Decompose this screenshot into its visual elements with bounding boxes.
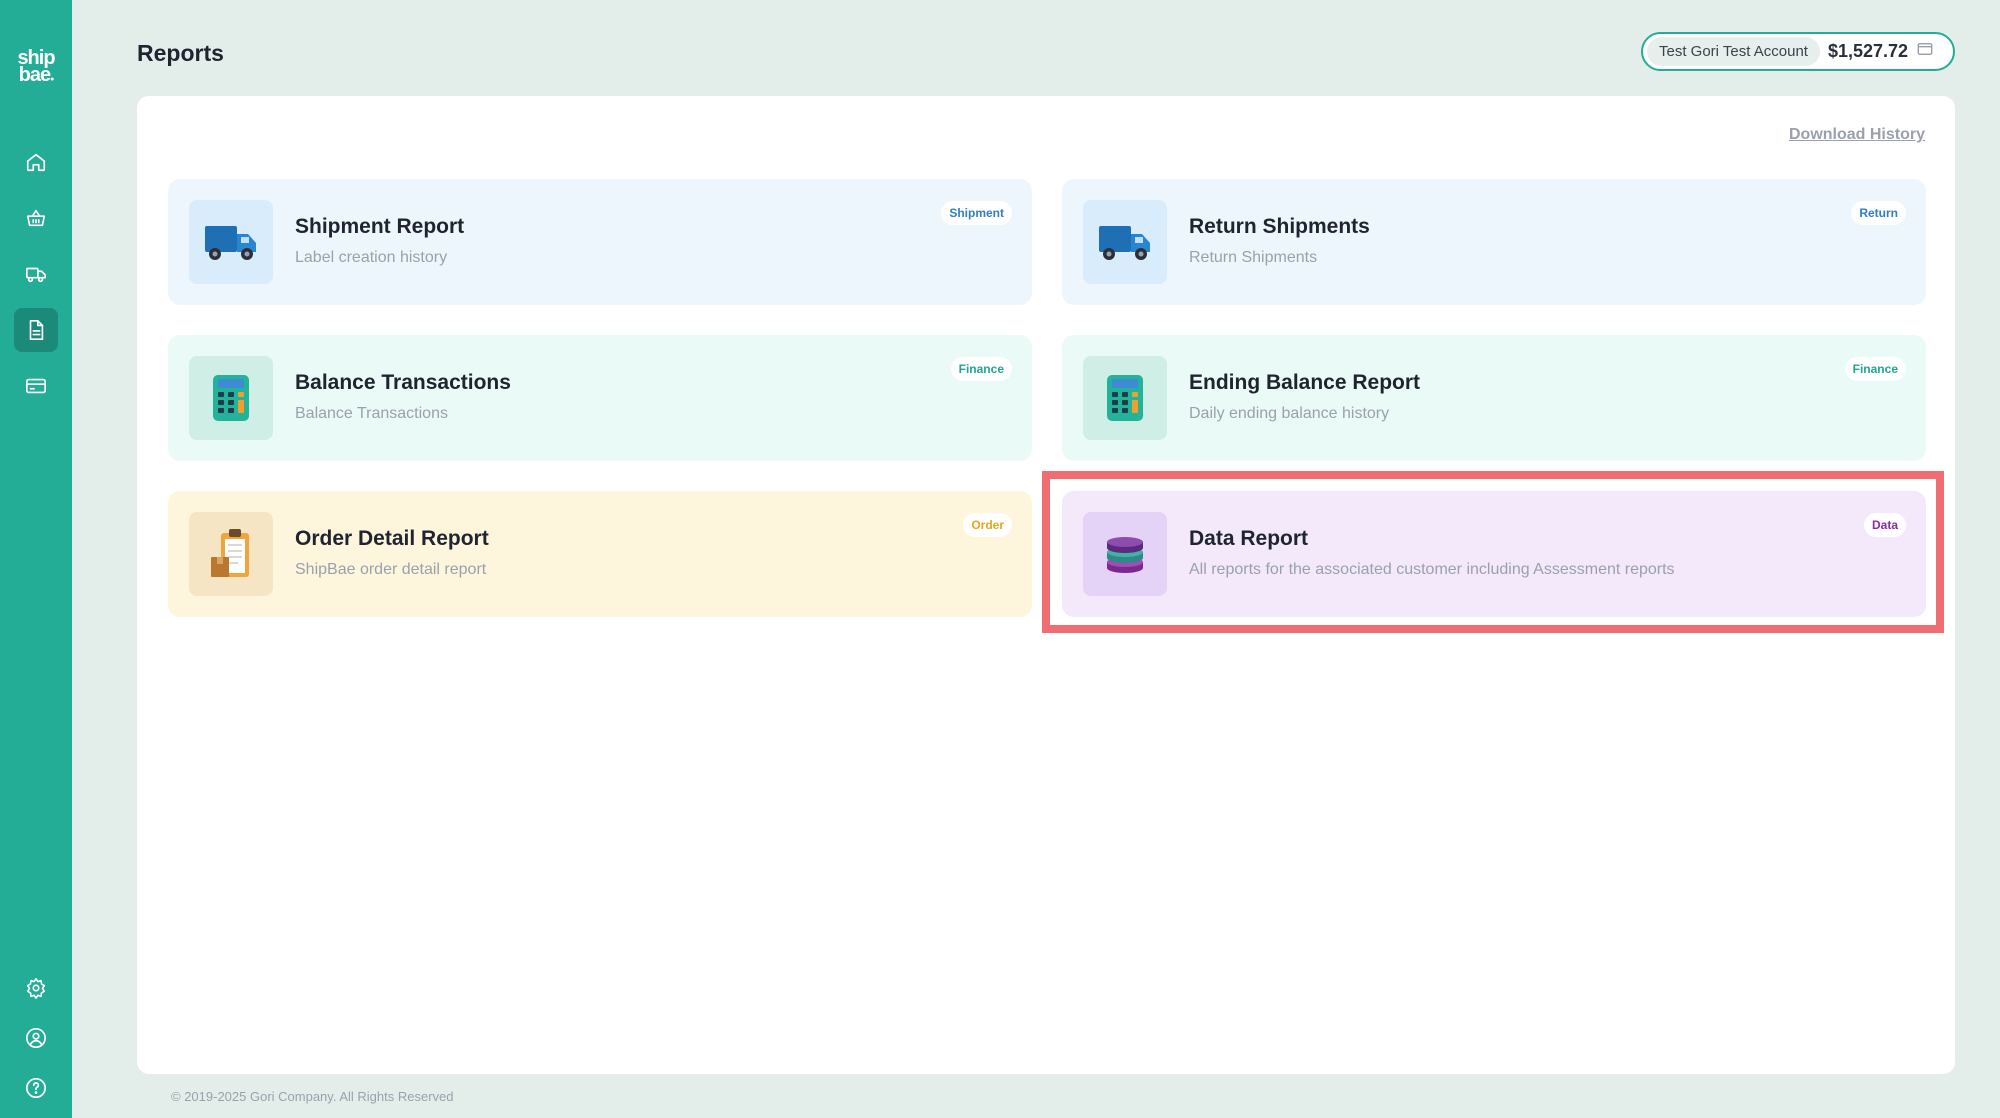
sidebar-item-settings[interactable] [14,966,58,1010]
page-title: Reports [137,40,224,66]
card-badge: Finance [1844,357,1906,381]
calculator-icon [1083,356,1167,440]
sidebar-item-shipments[interactable] [14,252,58,296]
report-icon [29,320,44,340]
card-subtitle: All reports for the associated customer … [1189,561,1675,578]
reports-panel: Download History Shipment Report Label c… [137,96,1955,1074]
card-title: Shipment Report [295,215,465,238]
home-icon [26,153,46,172]
card-badge: Return [1851,201,1906,225]
report-card-data[interactable]: Data Report All reports for the associat… [1062,491,1926,617]
sidebar-item-billing[interactable] [14,364,58,408]
sidebar-item-home[interactable] [14,140,58,184]
truck-icon [26,267,46,283]
report-card-order-detail[interactable]: Order Detail Report ShipBae order detail… [168,491,1032,617]
footer-copyright: © 2019-2025 Gori Company. All Rights Res… [171,1089,454,1104]
report-card-balance-transactions[interactable]: Balance Transactions Balance Transaction… [168,335,1032,461]
clipboard-icon [189,512,273,596]
database-icon [1083,512,1167,596]
gear-icon [26,978,46,999]
download-history-link[interactable]: Download History [1789,126,1925,144]
help-icon [26,1078,46,1098]
sidebar-bottom [14,966,58,1110]
card-title: Data Report [1189,527,1309,550]
card-subtitle: Balance Transactions [295,405,448,422]
report-card-shipment[interactable]: Shipment Report Label creation history S… [168,179,1032,305]
report-card-return[interactable]: Return Shipments Return Shipments Return [1062,179,1926,305]
user-circle-icon [26,1028,46,1048]
card-subtitle: Label creation history [295,249,448,266]
card-title: Balance Transactions [295,371,511,394]
sidebar-item-reports[interactable] [14,308,58,352]
sidebar-item-help[interactable] [14,1066,58,1110]
card-badge: Finance [950,357,1012,381]
card-title: Ending Balance Report [1189,371,1421,394]
truck-icon [1083,200,1167,284]
basket-icon [26,209,46,227]
account-name: Test Gori Test Account [1647,37,1820,66]
wallet-icon [1916,40,1934,63]
card-title: Order Detail Report [295,527,489,550]
logo-text-bottom: bae [18,64,51,86]
sidebar-nav [14,140,58,408]
card-subtitle: ShipBae order detail report [295,561,487,578]
account-balance-pill[interactable]: Test Gori Test Account $1,527.72 [1641,32,1955,71]
card-badge: Shipment [941,201,1012,225]
account-balance: $1,527.72 [1827,41,1909,61]
card-badge: Order [963,513,1012,537]
sidebar: ship bae● [0,0,72,1118]
sidebar-item-profile[interactable] [14,1016,58,1060]
truck-icon [189,200,273,284]
card-title: Return Shipments [1189,215,1370,238]
report-card-ending-balance[interactable]: Ending Balance Report Daily ending balan… [1062,335,1926,461]
card-subtitle: Daily ending balance history [1189,405,1390,422]
card-badge: Data [1863,513,1906,537]
card-subtitle: Return Shipments [1189,249,1318,266]
card-icon [26,378,46,394]
calculator-icon [189,356,273,440]
shipbae-logo[interactable]: ship bae● [14,48,58,88]
sidebar-item-orders[interactable] [14,196,58,240]
